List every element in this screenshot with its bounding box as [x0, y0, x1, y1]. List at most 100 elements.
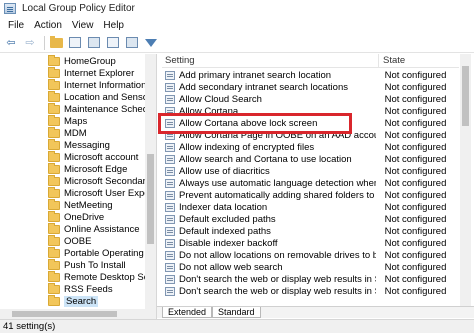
- folder-icon: [48, 211, 60, 222]
- view-icon[interactable]: [67, 35, 83, 51]
- table-row[interactable]: Don't search the web or display web resu…: [162, 286, 459, 297]
- tree-horizontal-scrollbar[interactable]: [0, 309, 156, 319]
- tree-item-microsoft-edge[interactable]: Microsoft Edge: [48, 163, 127, 175]
- filter-icon[interactable]: [143, 35, 159, 51]
- tree-item-maps[interactable]: Maps: [48, 115, 87, 127]
- column-header-state[interactable]: State: [379, 54, 459, 68]
- tree-item-homegroup[interactable]: HomeGroup: [48, 55, 116, 67]
- help-icon[interactable]: [105, 35, 121, 51]
- menu-action[interactable]: Action: [29, 20, 67, 31]
- policy-icon: [165, 227, 175, 236]
- forward-icon[interactable]: ⇨: [22, 35, 38, 51]
- tree-item-online-assistance[interactable]: Online Assistance: [48, 223, 140, 235]
- tree-item-microsoft-secondary-auth[interactable]: Microsoft Secondary Aut: [48, 175, 156, 187]
- policy-icon: [165, 275, 175, 284]
- tree-item-rss-feeds[interactable]: RSS Feeds: [48, 283, 113, 295]
- title-bar: Local Group Policy Editor: [0, 0, 474, 17]
- table-row[interactable]: Allow use of diacritics Not configured: [162, 166, 459, 177]
- policy-icon: [165, 155, 175, 164]
- menu-bar: File Action View Help: [0, 17, 474, 33]
- folder-icon: [48, 271, 60, 282]
- tab-standard[interactable]: Standard: [212, 307, 261, 318]
- folder-icon: [48, 187, 60, 198]
- policy-icon: [165, 191, 175, 200]
- tree-item-portable-operating-system[interactable]: Portable Operating Syste: [48, 247, 156, 259]
- properties-icon[interactable]: [124, 35, 140, 51]
- table-row[interactable]: Disable indexer backoff Not configured: [162, 238, 459, 249]
- settings-vertical-scrollbar[interactable]: [460, 54, 471, 307]
- policy-icon: [165, 95, 175, 104]
- tree-item-remote-desktop-services[interactable]: Remote Desktop Services: [48, 271, 156, 283]
- tree-item-search[interactable]: Search: [48, 295, 99, 307]
- tree-item-maintenance-scheduler[interactable]: Maintenance Scheduler: [48, 103, 156, 115]
- policy-icon: [165, 263, 175, 272]
- scrollbar-thumb[interactable]: [147, 154, 154, 244]
- folder-icon: [48, 235, 60, 246]
- menu-view[interactable]: View: [67, 20, 99, 31]
- policy-icon: [165, 251, 175, 260]
- folder-icon: [48, 175, 60, 186]
- navigation-tree[interactable]: HomeGroup Internet Explorer Internet Inf…: [0, 54, 157, 319]
- tree-item-messaging[interactable]: Messaging: [48, 139, 110, 151]
- table-row[interactable]: Indexer data location Not configured: [162, 202, 459, 213]
- tab-extended[interactable]: Extended: [162, 307, 213, 318]
- folder-icon: [48, 151, 60, 162]
- policy-icon: [165, 71, 175, 80]
- tree-item-microsoft-account[interactable]: Microsoft account: [48, 151, 138, 163]
- policy-icon: [165, 215, 175, 224]
- table-row[interactable]: Allow Cloud Search Not configured: [162, 94, 459, 105]
- folder-icon: [48, 91, 60, 102]
- folder-icon: [48, 55, 60, 66]
- export-icon[interactable]: [86, 35, 102, 51]
- table-row[interactable]: Do not allow web search Not configured: [162, 262, 459, 273]
- folder-icon: [48, 79, 60, 90]
- folder-icon: [48, 103, 60, 114]
- menu-help[interactable]: Help: [98, 20, 129, 31]
- folder-icon: [48, 163, 60, 174]
- toolbar-separator: [44, 35, 45, 50]
- status-bar: 41 setting(s): [0, 319, 474, 333]
- tree-item-internet-information-services[interactable]: Internet Information Ser: [48, 79, 156, 91]
- back-icon[interactable]: ⇦: [3, 35, 19, 51]
- table-row[interactable]: Allow search and Cortana to use location…: [162, 154, 459, 165]
- scrollbar-thumb[interactable]: [462, 66, 469, 126]
- tree-item-mdm[interactable]: MDM: [48, 127, 87, 139]
- table-row[interactable]: Default excluded paths Not configured: [162, 214, 459, 225]
- tree-item-oobe[interactable]: OOBE: [48, 235, 91, 247]
- menu-file[interactable]: File: [3, 20, 29, 31]
- folder-icon[interactable]: [48, 35, 64, 51]
- tree-item-netmeeting[interactable]: NetMeeting: [48, 199, 113, 211]
- policy-icon: [165, 83, 175, 92]
- folder-icon: [48, 223, 60, 234]
- policy-icon: [165, 143, 175, 152]
- table-row[interactable]: Default indexed paths Not configured: [162, 226, 459, 237]
- table-row[interactable]: Do not allow locations on removable driv…: [162, 250, 459, 261]
- table-row[interactable]: Prevent automatically adding shared fold…: [162, 190, 459, 201]
- folder-icon: [48, 283, 60, 294]
- table-row[interactable]: Allow indexing of encrypted files Not con…: [162, 142, 459, 153]
- app-icon: [4, 3, 16, 14]
- status-text: 41 setting(s): [3, 321, 56, 332]
- column-header-setting[interactable]: Setting: [162, 54, 379, 68]
- folder-icon: [48, 127, 60, 138]
- table-row[interactable]: Add secondary intranet search locations N…: [162, 82, 459, 93]
- folder-icon: [48, 247, 60, 258]
- policy-icon: [165, 239, 175, 248]
- tree-item-push-to-install[interactable]: Push To Install: [48, 259, 126, 271]
- settings-list: Setting State Add primary intranet searc…: [157, 54, 474, 317]
- policy-icon: [165, 287, 175, 296]
- window-title: Local Group Policy Editor: [22, 3, 135, 14]
- table-row[interactable]: Always use automatic language detection …: [162, 178, 459, 189]
- tree-item-internet-explorer[interactable]: Internet Explorer: [48, 67, 134, 79]
- folder-icon: [48, 67, 60, 78]
- tree-vertical-scrollbar[interactable]: [145, 54, 156, 309]
- folder-icon: [48, 139, 60, 150]
- tree-item-onedrive[interactable]: OneDrive: [48, 211, 104, 223]
- tree-item-location-and-sensors[interactable]: Location and Sensors: [48, 91, 156, 103]
- policy-icon: [165, 167, 175, 176]
- scrollbar-thumb[interactable]: [12, 311, 117, 317]
- policy-icon: [165, 203, 175, 212]
- tree-item-microsoft-user-experience[interactable]: Microsoft User Experienc: [48, 187, 156, 199]
- table-row[interactable]: Don't search the web or display web resu…: [162, 274, 459, 285]
- table-row[interactable]: Add primary intranet search location Not …: [162, 70, 459, 81]
